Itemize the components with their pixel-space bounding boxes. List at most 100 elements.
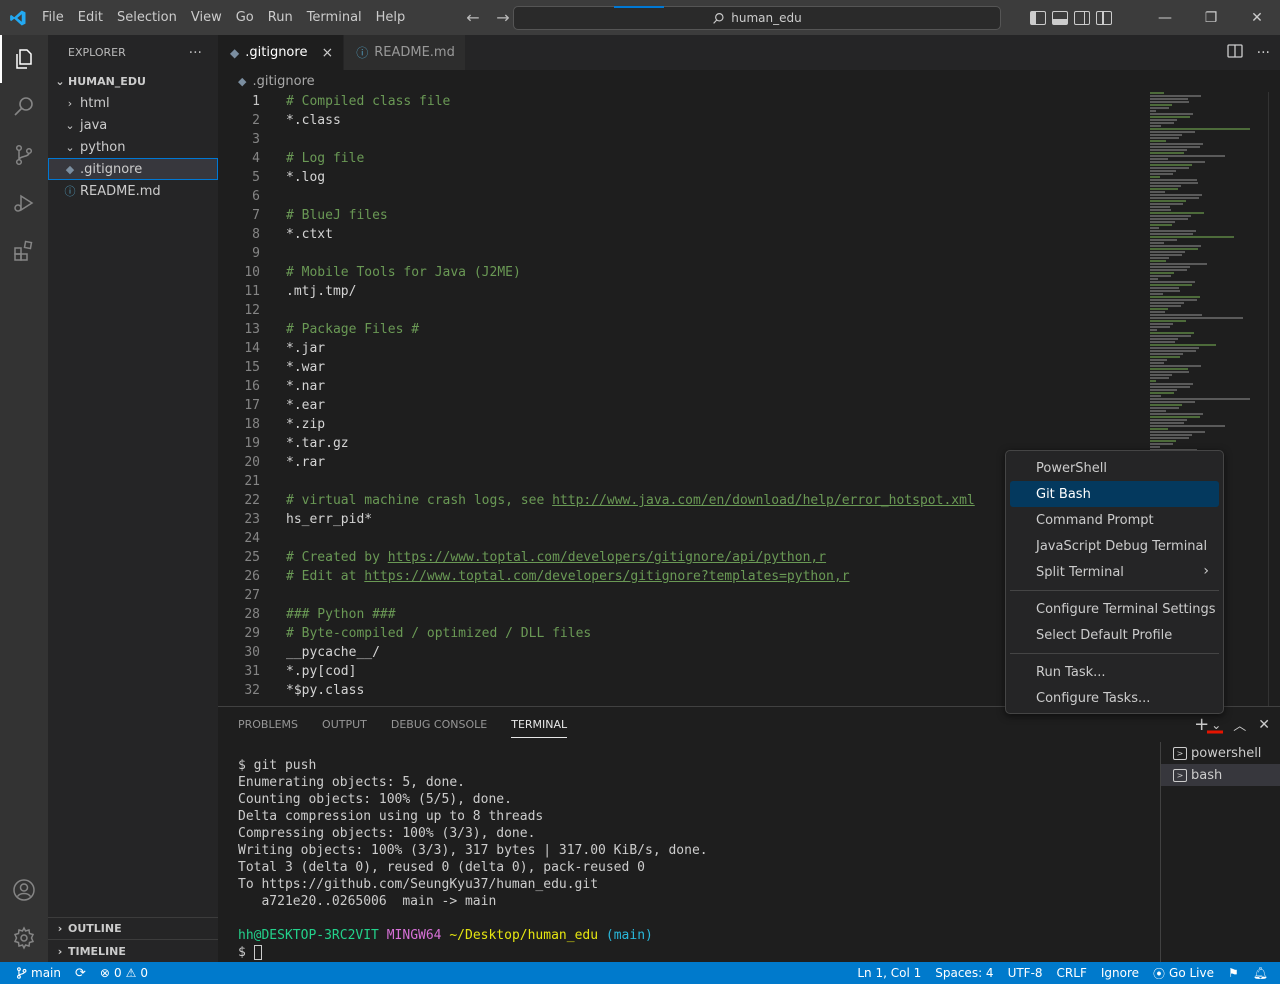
language-mode[interactable]: Ignore: [1101, 966, 1139, 980]
terminal-output[interactable]: $ git push Enumerating objects: 5, done. C…: [238, 757, 708, 961]
menu-view[interactable]: View: [184, 0, 229, 35]
line-number: 13: [244, 322, 260, 337]
feedback-icon[interactable]: ⚑: [1228, 966, 1239, 980]
editor-scrollbar[interactable]: [1268, 92, 1280, 706]
cursor-position[interactable]: Ln 1, Col 1: [857, 966, 921, 980]
dropdown-item-powershell[interactable]: PowerShell: [1010, 455, 1219, 481]
settings-gear-icon[interactable]: [0, 914, 48, 962]
minimap-line: [1150, 260, 1166, 262]
workspace-root[interactable]: ⌄ HUMAN_EDU: [48, 70, 218, 92]
panel-tab-output[interactable]: OUTPUT: [322, 707, 367, 742]
split-editor-icon[interactable]: [1226, 43, 1243, 62]
minimize-button[interactable]: —: [1142, 0, 1188, 35]
forward-arrow-icon[interactable]: →: [492, 7, 514, 29]
tree-item-gitignore[interactable]: ◆ .gitignore: [48, 158, 218, 180]
chevron-right-icon: ›: [57, 944, 63, 958]
tab-gitignore[interactable]: ◆ .gitignore ×: [218, 35, 345, 70]
maximize-panel-icon[interactable]: ︿: [1233, 715, 1246, 734]
chevron-down-icon: ⌄: [55, 74, 65, 88]
search-icon[interactable]: [0, 83, 48, 131]
extensions-icon[interactable]: [0, 227, 48, 275]
notifications-bell-icon[interactable]: 🔔︎: [1253, 966, 1268, 980]
sync-icon[interactable]: ⟳: [75, 966, 86, 981]
toggle-panel-icon[interactable]: [1052, 10, 1068, 25]
explorer-icon[interactable]: [0, 35, 48, 83]
minimap-line: [1150, 296, 1200, 298]
line-content: *$py.class: [286, 683, 365, 698]
line-number: 4: [252, 151, 260, 166]
toggle-secondary-sidebar-icon[interactable]: [1074, 10, 1090, 25]
back-arrow-icon[interactable]: ←: [462, 7, 484, 29]
code-line: 2 *.class: [218, 111, 1148, 130]
tree-item-python[interactable]: ⌄ python: [48, 136, 218, 158]
outline-section[interactable]: › OUTLINE: [48, 918, 218, 940]
go-live-button[interactable]: ⦿ Go Live: [1153, 965, 1214, 982]
source-control-icon[interactable]: [0, 131, 48, 179]
more-actions-icon[interactable]: ···: [189, 45, 202, 61]
minimap-line: [1150, 275, 1171, 277]
timeline-label: TIMELINE: [68, 944, 126, 958]
menu-run[interactable]: Run: [261, 0, 300, 35]
run-debug-icon[interactable]: [0, 179, 48, 227]
command-center-search[interactable]: human_edu: [513, 6, 1001, 30]
dropdown-item-command-prompt[interactable]: Command Prompt: [1010, 507, 1219, 533]
timeline-section[interactable]: › TIMELINE: [48, 940, 218, 962]
line-text: *.ear: [286, 396, 325, 415]
line-content: *.ear: [286, 398, 326, 413]
dropdown-item-label: JavaScript Debug Terminal: [1036, 538, 1208, 554]
close-window-button[interactable]: ✕: [1234, 0, 1280, 35]
code-link[interactable]: http://www.java.com/en/download/help/err…: [552, 493, 975, 508]
toggle-sidebar-icon[interactable]: [1030, 10, 1046, 25]
encoding[interactable]: UTF-8: [1008, 966, 1043, 980]
dropdown-item-run-task[interactable]: Run Task...: [1010, 659, 1219, 685]
tree-item-readmemd[interactable]: ⓘ README.md: [48, 180, 218, 202]
panel-tab-debug-console[interactable]: DEBUG CONSOLE: [391, 707, 487, 742]
dropdown-item-split-terminal[interactable]: Split Terminal ›: [1010, 559, 1219, 585]
minimap-line: [1150, 188, 1178, 190]
minimap-line: [1150, 119, 1177, 121]
tree-item-html[interactable]: › html: [48, 92, 218, 114]
account-icon[interactable]: [0, 866, 48, 914]
menu-go[interactable]: Go: [229, 0, 261, 35]
code-link[interactable]: https://www.toptal.com/developers/gitign…: [364, 569, 849, 584]
minimap-line: [1150, 155, 1225, 157]
menu-edit[interactable]: Edit: [71, 0, 110, 35]
customize-layout-icon[interactable]: [1096, 10, 1112, 25]
dropdown-item-configure-terminal-settings[interactable]: Configure Terminal Settings: [1010, 596, 1219, 622]
more-actions-icon[interactable]: ···: [1257, 45, 1270, 61]
dropdown-item-select-default-profile[interactable]: Select Default Profile: [1010, 622, 1219, 648]
terminal-input-line[interactable]: $: [238, 944, 708, 961]
terminal-instance-powershell[interactable]: > powershell: [1161, 742, 1280, 764]
close-panel-icon[interactable]: ✕: [1258, 717, 1270, 733]
minimap-line: [1150, 230, 1196, 232]
panel-tab-problems[interactable]: PROBLEMS: [238, 707, 298, 742]
menu-file[interactable]: File: [35, 0, 71, 35]
dropdown-item-git-bash[interactable]: Git Bash: [1010, 481, 1219, 507]
problems-indicator[interactable]: ⊗ 0 ⚠ 0: [100, 966, 148, 980]
terminal-instance-bash[interactable]: > bash: [1161, 764, 1280, 786]
tab-readme[interactable]: ⓘ README.md: [344, 35, 466, 70]
end-of-line[interactable]: CRLF: [1057, 966, 1087, 980]
dropdown-item-configure-tasks[interactable]: Configure Tasks...: [1010, 685, 1219, 711]
dropdown-item-javascript-debug-terminal[interactable]: JavaScript Debug Terminal: [1010, 533, 1219, 559]
panel-tab-terminal[interactable]: TERMINAL: [511, 707, 567, 742]
git-branch-indicator[interactable]: main: [16, 966, 61, 980]
indentation[interactable]: Spaces: 4: [935, 966, 993, 980]
line-number: 26: [244, 569, 260, 584]
menu-selection[interactable]: Selection: [110, 0, 184, 35]
line-number: 30: [244, 645, 260, 660]
dropdown-item-label: Configure Terminal Settings: [1036, 601, 1216, 617]
code-link[interactable]: https://www.toptal.com/developers/gitign…: [388, 550, 826, 565]
line-content: *.log: [286, 170, 326, 185]
menu-help[interactable]: Help: [369, 0, 413, 35]
code-line: 7 # BlueJ files: [218, 206, 1148, 225]
close-icon[interactable]: ×: [321, 45, 333, 61]
tree-item-java[interactable]: ⌄ java: [48, 114, 218, 136]
terminal-line: Counting objects: 100% (5/5), done.: [238, 792, 512, 807]
breadcrumb-file[interactable]: .gitignore: [252, 74, 314, 89]
warning-icon: ⚠: [125, 966, 137, 980]
menu-terminal[interactable]: Terminal: [300, 0, 369, 35]
restore-button[interactable]: ❐: [1188, 0, 1234, 35]
minimap-line: [1150, 329, 1157, 331]
